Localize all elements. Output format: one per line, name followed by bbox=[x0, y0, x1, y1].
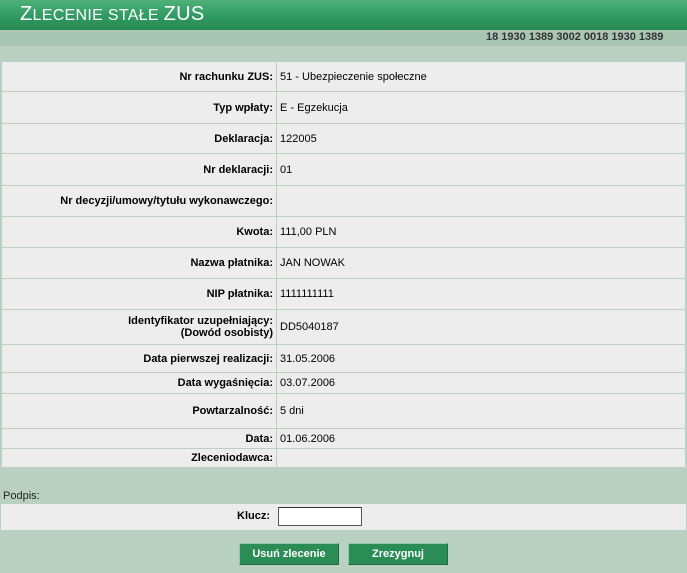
key-input[interactable] bbox=[278, 507, 362, 526]
key-row: Klucz: bbox=[1, 504, 686, 530]
detail-row: Deklaracja: 122005 bbox=[1, 123, 686, 154]
detail-row: Nr deklaracji: 01 bbox=[1, 153, 686, 186]
account-strip: 18 1930 1389 3002 0018 1930 1389 bbox=[0, 30, 687, 46]
detail-row: Data: 01.06.2006 bbox=[1, 428, 686, 449]
detail-label: NIP płatnika: bbox=[1, 278, 277, 310]
signature-label: Podpis: bbox=[3, 490, 40, 502]
detail-label: Zleceniodawca: bbox=[1, 448, 277, 468]
detail-value: 03.07.2006 bbox=[276, 372, 686, 394]
detail-row: Nr decyzji/umowy/tytułu wykonawczego: bbox=[1, 185, 686, 217]
detail-label: Nr rachunku ZUS: bbox=[1, 61, 277, 92]
title-bar: ZLECENIE STAŁE ZUS bbox=[0, 0, 687, 30]
order-details-table: Nr rachunku ZUS: 51 - Ubezpieczenie społe… bbox=[1, 61, 686, 468]
detail-label: Data: bbox=[1, 428, 277, 449]
detail-value: 122005 bbox=[276, 123, 686, 154]
detail-row: Nazwa płatnika: JAN NOWAK bbox=[1, 247, 686, 279]
detail-label: Nr deklaracji: bbox=[1, 153, 277, 186]
detail-label: Typ wpłaty: bbox=[1, 91, 277, 124]
detail-label: Data wygaśnięcia: bbox=[1, 372, 277, 394]
detail-value: 1111111111 bbox=[276, 278, 686, 310]
detail-row: Kwota: 111,00 PLN bbox=[1, 216, 686, 248]
detail-value bbox=[276, 448, 686, 468]
page-title: ZLECENIE STAŁE ZUS bbox=[20, 3, 205, 25]
detail-value: JAN NOWAK bbox=[276, 247, 686, 279]
key-label: Klucz: bbox=[237, 510, 270, 522]
detail-row: Data wygaśnięcia: 03.07.2006 bbox=[1, 372, 686, 394]
detail-label: Kwota: bbox=[1, 216, 277, 248]
detail-row: Data pierwszej realizacji: 31.05.2006 bbox=[1, 344, 686, 373]
delete-order-button[interactable]: Usuń zlecenie bbox=[239, 543, 339, 565]
detail-label: Nr decyzji/umowy/tytułu wykonawczego: bbox=[1, 185, 277, 217]
detail-value: 01 bbox=[276, 153, 686, 186]
detail-row: NIP płatnika: 1111111111 bbox=[1, 278, 686, 310]
detail-label: Deklaracja: bbox=[1, 123, 277, 154]
detail-label: Data pierwszej realizacji: bbox=[1, 344, 277, 373]
detail-label: Powtarzalność: bbox=[1, 393, 277, 429]
detail-value: 111,00 PLN bbox=[276, 216, 686, 248]
detail-row: Zleceniodawca: bbox=[1, 448, 686, 468]
detail-value: 01.06.2006 bbox=[276, 428, 686, 449]
detail-row: Powtarzalność: 5 dni bbox=[1, 393, 686, 429]
detail-label: Identyfikator uzupełniający: (Dowód osob… bbox=[1, 309, 277, 345]
detail-value bbox=[276, 185, 686, 217]
detail-value: 51 - Ubezpieczenie społeczne bbox=[276, 61, 686, 92]
detail-label: Nazwa płatnika: bbox=[1, 247, 277, 279]
detail-value: E - Egzekucja bbox=[276, 91, 686, 124]
detail-value: 5 dni bbox=[276, 393, 686, 429]
detail-value: DD5040187 bbox=[276, 309, 686, 345]
account-number: 18 1930 1389 3002 0018 1930 1389 bbox=[486, 31, 664, 43]
detail-row: Nr rachunku ZUS: 51 - Ubezpieczenie społe… bbox=[1, 61, 686, 92]
detail-row: Typ wpłaty: E - Egzekucja bbox=[1, 91, 686, 124]
detail-value: 31.05.2006 bbox=[276, 344, 686, 373]
cancel-button[interactable]: Zrezygnuj bbox=[348, 543, 448, 565]
detail-row: Identyfikator uzupełniający: (Dowód osob… bbox=[1, 309, 686, 345]
